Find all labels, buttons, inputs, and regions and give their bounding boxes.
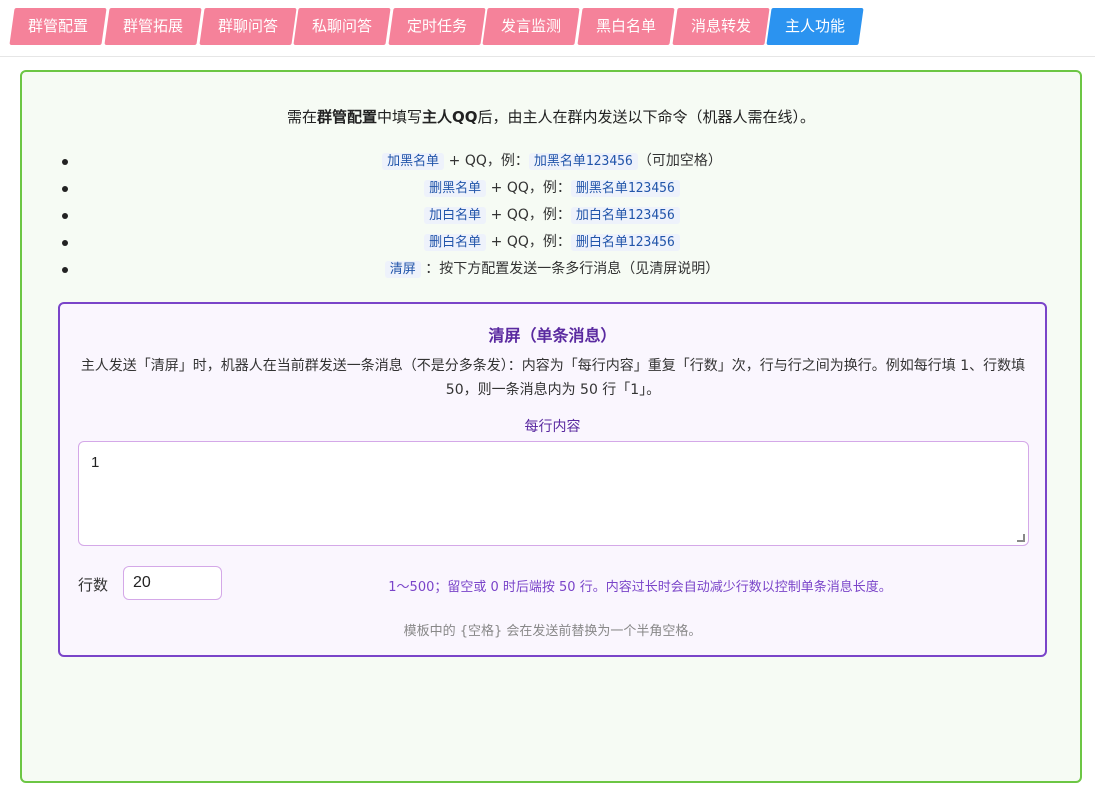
list-item: 加白名单 + QQ，例： 加白名单123456 <box>62 202 1042 229</box>
resize-handle-icon[interactable] <box>1017 534 1025 542</box>
tab-black-white-list[interactable]: 黑白名单 <box>577 8 675 45</box>
tab-bar: 群管配置 群管拓展 群聊问答 私聊问答 定时任务 发言监测 黑白名单 消息转发 … <box>0 0 1095 57</box>
example-code: 加白名单123456 <box>570 207 680 224</box>
tab-group-extend[interactable]: 群管拓展 <box>104 8 202 45</box>
owner-functions-panel: 需在群管配置中填写主人QQ后，由主人在群内发送以下命令（机器人需在线）。 加黑名… <box>20 70 1082 783</box>
rows-hint: 1～500；留空或 0 时后端按 50 行。内容过长时会自动减少行数以控制单条消… <box>388 580 892 595</box>
example-code: 删黑名单123456 <box>570 180 680 197</box>
line-content-value: 1 <box>91 454 100 471</box>
command-code: 删黑名单 <box>424 180 487 197</box>
tab-message-forward[interactable]: 消息转发 <box>672 8 770 45</box>
template-note: 模板中的 {空格} 会在发送前替换为一个半角空格。 <box>403 624 702 639</box>
owner-qq-text: 主人QQ <box>422 108 478 126</box>
rows-input[interactable]: 20 <box>123 566 222 600</box>
list-item: 加黑名单 + QQ，例： 加黑名单123456 （可加空格） <box>62 148 1042 175</box>
list-item: 删黑名单 + QQ，例： 删黑名单123456 <box>62 175 1042 202</box>
list-item: 删白名单 + QQ，例： 删白名单123456 <box>62 229 1042 256</box>
list-item: 清屏 ：按下方配置发送一条多行消息（见清屏说明） <box>62 256 1042 283</box>
tab-group-qa[interactable]: 群聊问答 <box>199 8 297 45</box>
line-content-label: 每行内容 <box>524 419 581 435</box>
command-code: 加黑名单 <box>382 153 445 170</box>
clear-screen-section: 清屏（单条消息） 主人发送「清屏」时，机器人在当前群发送一条消息（不是分多条发）… <box>58 302 1047 657</box>
section-title: 清屏（单条消息） <box>488 326 617 345</box>
intro-text: 需在群管配置中填写主人QQ后，由主人在群内发送以下命令（机器人需在线）。 <box>286 108 816 126</box>
tab-scheduled-tasks[interactable]: 定时任务 <box>388 8 486 45</box>
command-code: 清屏 <box>384 261 421 278</box>
tab-group-config[interactable]: 群管配置 <box>9 8 107 45</box>
tab-speech-monitor[interactable]: 发言监测 <box>482 8 580 45</box>
tab-private-qa[interactable]: 私聊问答 <box>293 8 391 45</box>
line-content-textarea[interactable]: 1 <box>78 441 1029 546</box>
command-code: 加白名单 <box>424 207 487 224</box>
command-list: 加黑名单 + QQ，例： 加黑名单123456 （可加空格） 删黑名单 + QQ，例… <box>62 148 1042 283</box>
command-code: 删白名单 <box>424 234 487 251</box>
section-description: 主人发送「清屏」时，机器人在当前群发送一条消息（不是分多条发）：内容为「每行内容… <box>80 358 1026 398</box>
example-code: 删白名单123456 <box>570 234 680 251</box>
example-code: 加黑名单123456 <box>528 153 638 170</box>
group-config-link-text: 群管配置 <box>316 108 377 126</box>
tab-owner-functions[interactable]: 主人功能 <box>766 8 864 45</box>
rows-label: 行数 <box>78 576 109 594</box>
